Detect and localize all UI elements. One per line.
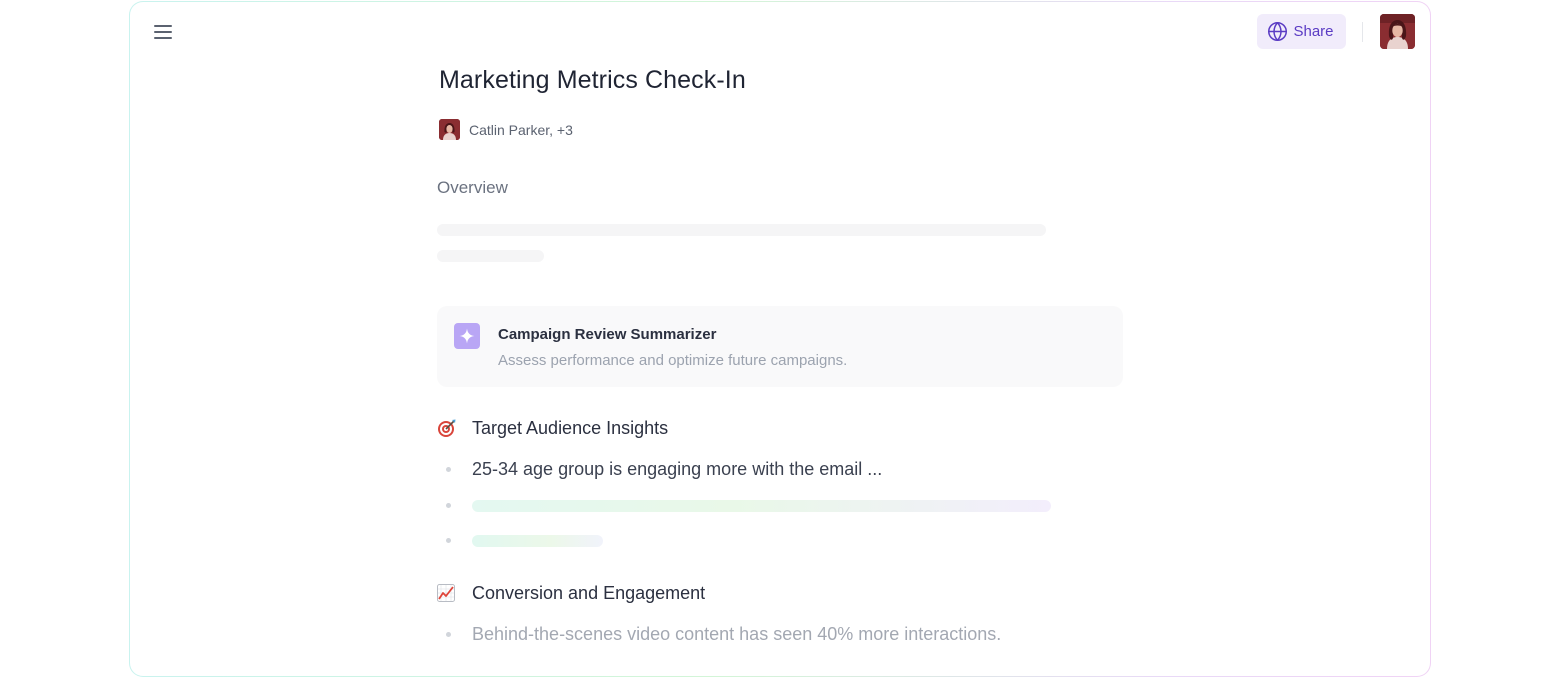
campaign-summarizer-card[interactable]: Campaign Review Summarizer Assess perfor… [437, 306, 1123, 387]
authors-row[interactable]: Catlin Parker, +3 [439, 119, 573, 140]
author-avatar [439, 119, 460, 140]
chart-increasing-icon [437, 582, 459, 604]
list-item: Behind-the-scenes video content has seen… [472, 624, 1002, 644]
overview-label: Overview [437, 178, 508, 197]
share-label: Share [1293, 23, 1334, 40]
card-description: Assess performance and optimize future c… [498, 352, 848, 369]
overview-skeleton-line [437, 250, 544, 262]
bullet-icon [446, 538, 451, 543]
section-heading-conversion: Conversion and Engagement [437, 582, 705, 604]
loading-skeleton-line [472, 500, 1051, 512]
page-title: Marketing Metrics Check-In [439, 66, 746, 94]
avatar-portrait [1380, 14, 1415, 49]
target-icon [437, 417, 459, 439]
globe-icon [1268, 22, 1288, 41]
list-item: 25-34 age group is engaging more with th… [472, 459, 883, 479]
card-title: Campaign Review Summarizer [498, 326, 717, 343]
menu-icon[interactable] [152, 21, 174, 43]
bullet-icon [446, 467, 451, 472]
share-button[interactable]: Share [1257, 14, 1346, 49]
authors-label: Catlin Parker, +3 [469, 121, 573, 138]
section-title: Conversion and Engagement [472, 582, 706, 603]
app-window: Share Marketing Metrics Check-In Catlin … [129, 1, 1431, 677]
overview-skeleton-line [437, 224, 1046, 236]
sparkle-icon [454, 323, 480, 349]
bullet-icon [446, 503, 451, 508]
section-title: Target Audience Insights [472, 417, 669, 438]
user-avatar[interactable] [1380, 14, 1415, 49]
loading-skeleton-line [472, 535, 603, 547]
section-heading-target-audience: Target Audience Insights [437, 417, 668, 439]
toolbar-divider [1362, 22, 1363, 42]
bullet-icon [446, 632, 451, 637]
